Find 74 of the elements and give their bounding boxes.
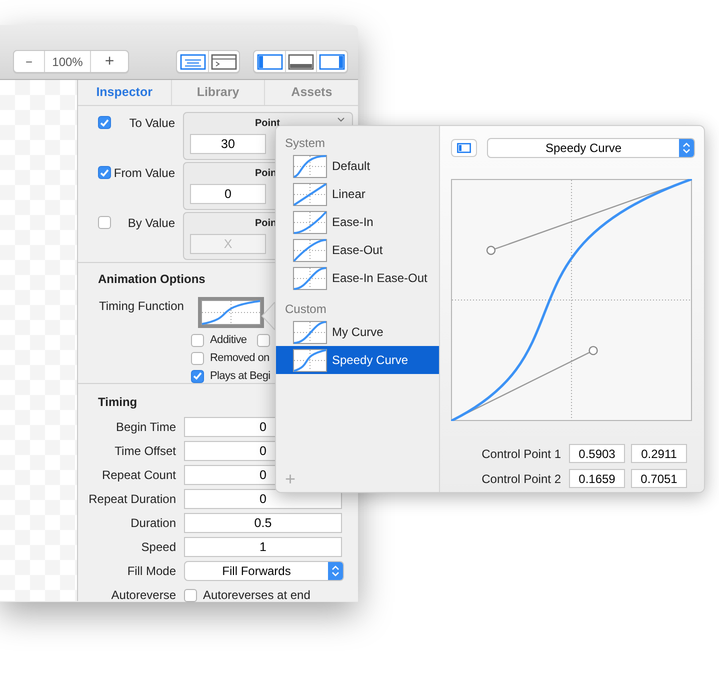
- console-icon: [211, 54, 237, 70]
- input-field[interactable]: 0.2911: [631, 444, 687, 463]
- section-title: Custom: [284, 301, 328, 318]
- section-title: Animation Options: [98, 271, 206, 288]
- section-title: System: [284, 135, 326, 152]
- tab[interactable]: Inspector: [78, 80, 171, 105]
- toolbar-toggle-button[interactable]: [316, 51, 347, 72]
- field-label: Control Point 2: [480, 470, 562, 488]
- preset-list-item[interactable]: Default: [276, 152, 439, 180]
- toolbar-toggle-button[interactable]: [285, 51, 316, 72]
- group-title: Point: [255, 117, 280, 131]
- right-panel-icon: [319, 54, 345, 70]
- checkbox[interactable]: [184, 588, 197, 602]
- field-label: By Value: [126, 215, 175, 232]
- checkbox-label[interactable]: Removed on: [210, 350, 270, 366]
- input-field[interactable]: 0.1659: [569, 469, 625, 488]
- sidebar-icon: [457, 143, 471, 153]
- curve-icon: [293, 238, 327, 262]
- curve-icon: [293, 320, 327, 344]
- checkbox[interactable]: [191, 352, 204, 364]
- field-label: Speed: [140, 539, 177, 556]
- preset-list-item[interactable]: Ease-Out: [276, 236, 439, 264]
- section-title: Timing: [98, 394, 138, 411]
- curve-icon: [293, 266, 327, 290]
- timing-function-button[interactable]: [198, 297, 264, 328]
- preset-list-item[interactable]: Ease-In: [276, 208, 439, 236]
- checkbox[interactable]: [98, 166, 111, 179]
- curve-icon: [293, 348, 327, 372]
- checkbox[interactable]: [191, 370, 204, 382]
- field-label: Control Point 1: [480, 446, 562, 462]
- field-label: From Value: [112, 165, 175, 182]
- input-field[interactable]: 1: [184, 537, 342, 557]
- checkbox[interactable]: [191, 334, 204, 346]
- field-label: Autoreverse: [110, 587, 177, 602]
- preset-list-item[interactable]: Speedy Curve: [276, 346, 439, 374]
- curve-icon: [293, 182, 327, 206]
- checkbox[interactable]: [256, 334, 270, 346]
- checkbox-label[interactable]: Additive: [210, 332, 247, 348]
- zoom-out-button[interactable]: −: [14, 51, 44, 72]
- curve-icon: [200, 300, 261, 325]
- dropdown-select[interactable]: Fill Forwards: [184, 561, 344, 581]
- curve-icon: [293, 210, 327, 234]
- control-handle[interactable]: [588, 346, 598, 356]
- left-panel-icon: [256, 54, 282, 70]
- sidebar-toggle-button[interactable]: [451, 139, 477, 157]
- input-field[interactable]: 0.7051: [631, 469, 687, 488]
- text-align-icon: [180, 54, 206, 70]
- checkbox[interactable]: [98, 116, 111, 129]
- preset-list-item[interactable]: My Curve: [276, 318, 439, 346]
- field-label: Fill Mode: [126, 563, 177, 580]
- zoom-level-button[interactable]: 100%: [44, 51, 90, 72]
- field-label: Timing Function: [99, 298, 184, 315]
- field-label: Time Offset: [114, 443, 177, 460]
- dropdown-select[interactable]: Speedy Curve: [487, 138, 695, 158]
- curve-icon: [293, 154, 327, 178]
- input-field[interactable]: 0.5903: [569, 444, 625, 463]
- field-label: Repeat Duration: [88, 491, 177, 508]
- checkbox-label[interactable]: Autoreverses at end: [203, 586, 310, 602]
- chevron-icon: [337, 117, 345, 123]
- preset-list-item[interactable]: Linear: [276, 180, 439, 208]
- input-field[interactable]: 0.5: [184, 513, 342, 533]
- field-label: Duration: [130, 515, 177, 532]
- preset-list-item[interactable]: Ease-In Ease-Out: [276, 264, 439, 292]
- control-handle[interactable]: [486, 246, 496, 255]
- field-label: To Value: [128, 115, 175, 132]
- input-field[interactable]: 0: [184, 489, 342, 509]
- toolbar-toggle-button[interactable]: [208, 51, 239, 72]
- zoom-in-button[interactable]: +: [90, 51, 128, 72]
- field-label: Repeat Count: [100, 467, 177, 484]
- field-label: Begin Time: [114, 419, 177, 436]
- input-field[interactable]: 0: [190, 184, 266, 204]
- input-field[interactable]: 30: [190, 134, 266, 154]
- bottom-panel-icon: [288, 54, 314, 70]
- checkbox-label[interactable]: Plays at Begi: [210, 368, 270, 384]
